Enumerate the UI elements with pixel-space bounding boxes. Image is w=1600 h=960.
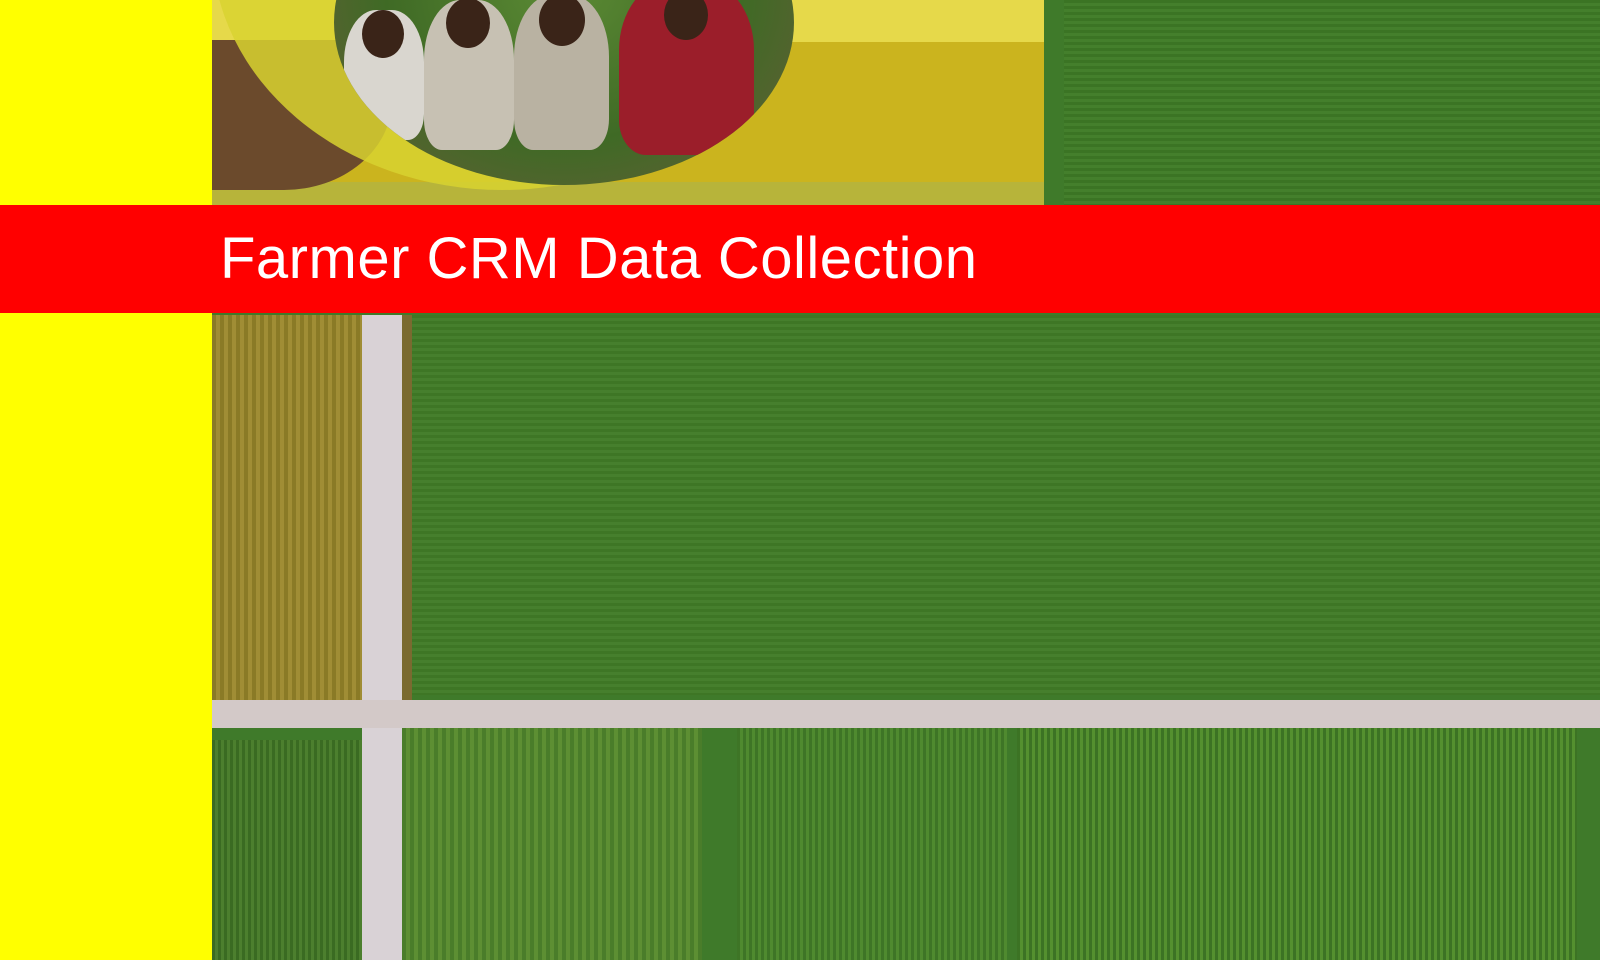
field-edge [402, 315, 412, 700]
field-bottom-2 [737, 728, 1007, 960]
field-main [412, 315, 1600, 695]
field-bottom-left [212, 740, 362, 960]
head-2 [446, 0, 490, 48]
road-horizontal [212, 700, 1600, 728]
top-stripe-3 [212, 182, 1044, 205]
road-vertical [362, 315, 402, 960]
field-bottom-1 [402, 728, 702, 960]
head-1 [362, 10, 404, 58]
field-bottom-3 [1017, 728, 1577, 960]
field-left-gold [212, 315, 362, 715]
top-banner-photo [212, 0, 1044, 205]
title-band: Farmer CRM Data Collection [0, 205, 1600, 313]
page-title: Farmer CRM Data Collection [220, 226, 978, 291]
field-top-right [1064, 0, 1600, 205]
left-yellow-strip [0, 0, 212, 960]
